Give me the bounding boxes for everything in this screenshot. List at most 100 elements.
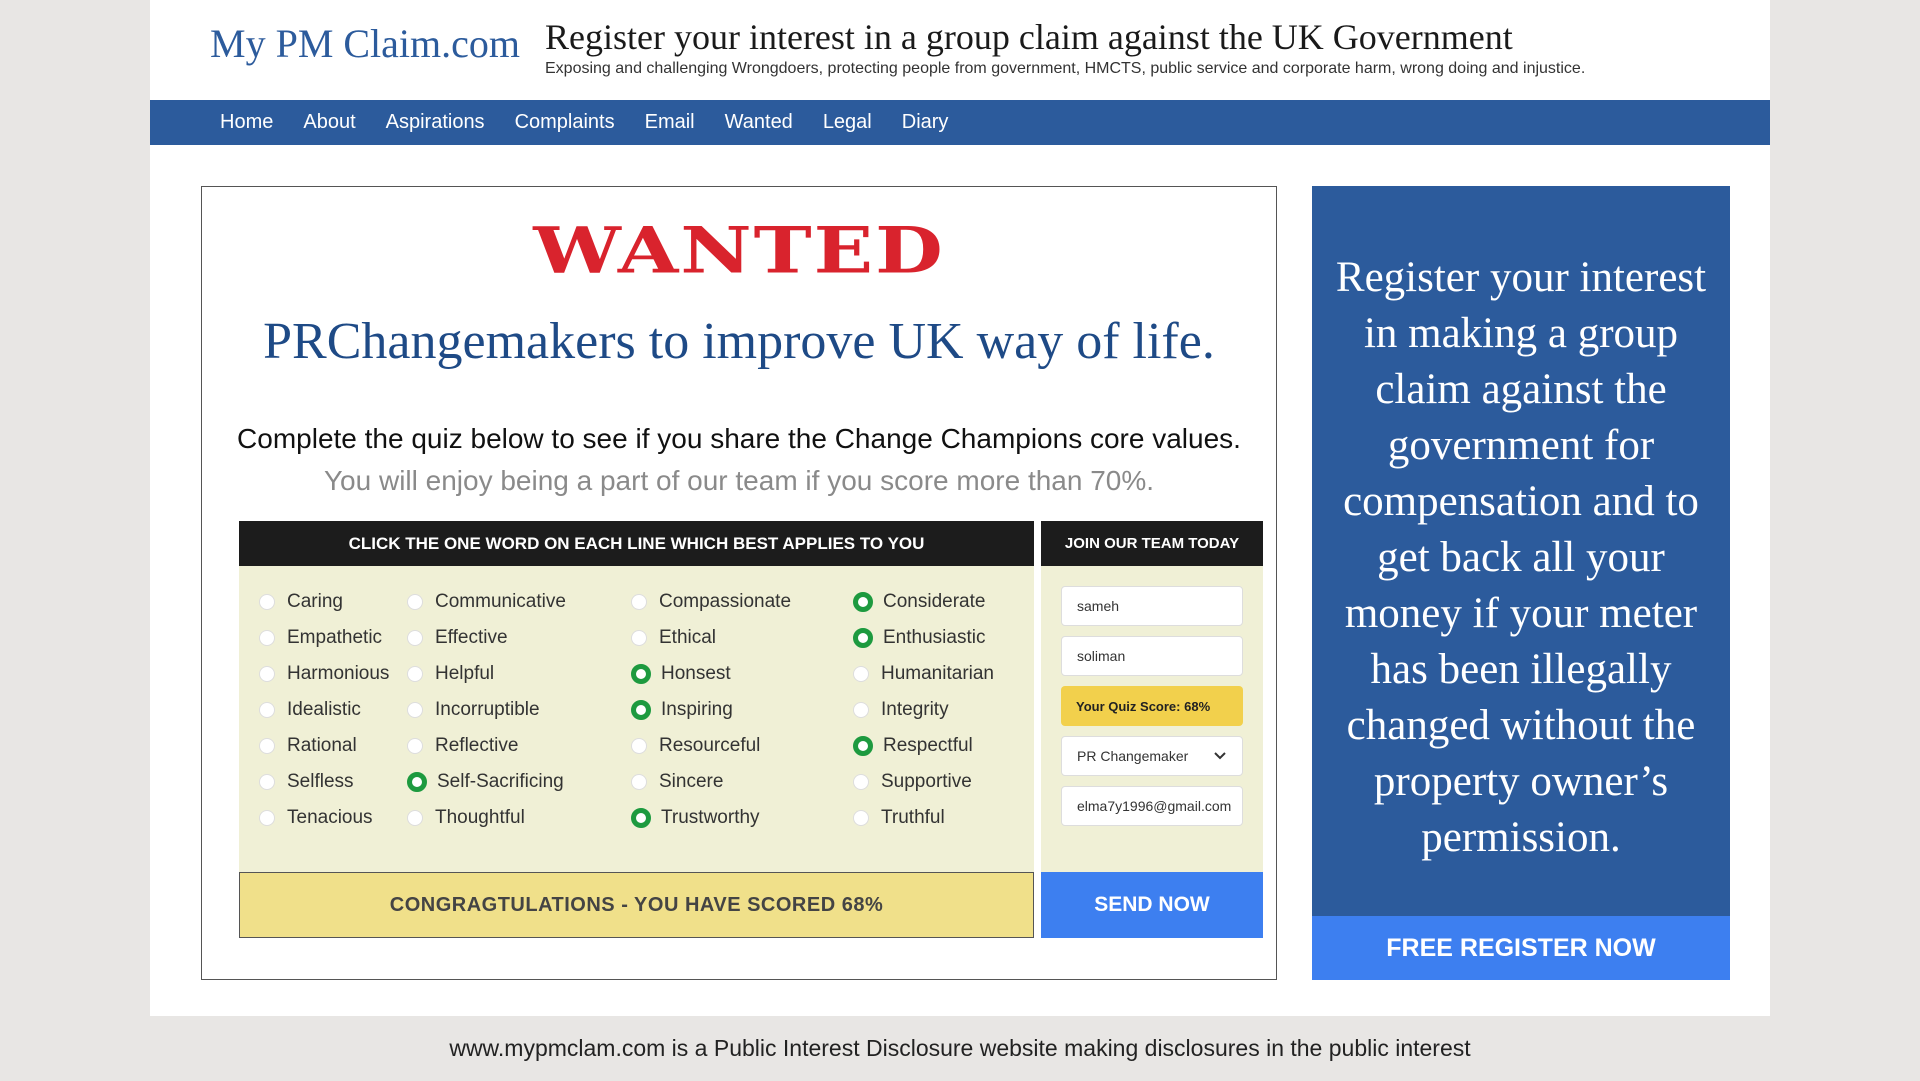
first-name-field[interactable]: sameh — [1061, 586, 1243, 626]
radio-selected-icon[interactable] — [853, 592, 873, 612]
quiz-option-label: Supportive — [881, 771, 972, 792]
wanted-title: WANTED — [533, 213, 945, 288]
free-register-button[interactable]: FREE REGISTER NOW — [1312, 916, 1730, 980]
quiz-option[interactable]: Self-Sacrificing — [407, 764, 564, 800]
quiz-option-label: Respectful — [883, 735, 973, 756]
chevron-down-icon — [1213, 748, 1227, 764]
radio-empty-icon[interactable] — [853, 702, 869, 718]
radio-empty-icon[interactable] — [259, 702, 275, 718]
quiz-option[interactable]: Trustworthy — [631, 800, 760, 836]
email-field[interactable]: elma7y1996@gmail.com — [1061, 786, 1243, 826]
role-select-value: PR Changemaker — [1077, 748, 1189, 764]
radio-empty-icon[interactable] — [631, 774, 647, 790]
quiz-option-label: Integrity — [881, 699, 949, 720]
quiz-option[interactable]: Resourceful — [631, 728, 760, 764]
radio-empty-icon[interactable] — [259, 738, 275, 754]
radio-empty-icon[interactable] — [259, 630, 275, 646]
radio-empty-icon[interactable] — [259, 774, 275, 790]
radio-selected-icon[interactable] — [407, 772, 427, 792]
radio-empty-icon[interactable] — [853, 774, 869, 790]
promo-text: Register your interest in making a group… — [1335, 254, 1707, 861]
quiz-option-label: Idealistic — [287, 699, 361, 720]
radio-empty-icon[interactable] — [407, 594, 423, 610]
quiz-option[interactable]: Rational — [259, 728, 357, 764]
quiz-option[interactable]: Harmonious — [259, 656, 389, 692]
quiz-option[interactable]: Compassionate — [631, 584, 791, 620]
radio-selected-icon[interactable] — [631, 700, 651, 720]
quiz-row: Idealistic Incorruptible Inspiring Integrit… — [239, 692, 1034, 728]
quiz-option[interactable]: Inspiring — [631, 692, 733, 728]
quiz-option-label: Resourceful — [659, 735, 761, 756]
radio-empty-icon[interactable] — [631, 594, 647, 610]
quiz-option-label: Trustworthy — [661, 807, 760, 828]
radio-empty-icon[interactable] — [407, 810, 423, 826]
quiz-option[interactable]: Respectful — [853, 728, 973, 764]
quiz-option[interactable]: Selfless — [259, 764, 354, 800]
quiz-instructions-header: CLICK THE ONE WORD ON EACH LINE WHICH BE… — [239, 521, 1034, 566]
quiz-option[interactable]: Integrity — [853, 692, 949, 728]
quiz-option[interactable]: Supportive — [853, 764, 972, 800]
radio-empty-icon[interactable] — [407, 666, 423, 682]
quiz-option-label: Compassionate — [659, 591, 792, 612]
quiz-threshold-note: You will enjoy being a part of our team … — [323, 465, 1155, 496]
quiz-option[interactable]: Ethical — [631, 620, 716, 656]
radio-empty-icon[interactable] — [407, 738, 423, 754]
quiz-row: Rational Reflective Resourceful Respectful — [239, 728, 1034, 764]
quiz-option-label: Self-Sacrificing — [437, 771, 564, 792]
footer-text: www.mypmclam.com is a Public Interest Di… — [449, 1035, 1471, 1061]
radio-selected-icon[interactable] — [631, 808, 651, 828]
radio-empty-icon[interactable] — [631, 630, 647, 646]
radio-empty-icon[interactable] — [259, 810, 275, 826]
quiz-option[interactable]: Thoughtful — [407, 800, 525, 836]
quiz-option-label: Caring — [287, 591, 343, 612]
radio-empty-icon[interactable] — [631, 738, 647, 754]
quiz-option[interactable]: Reflective — [407, 728, 518, 764]
quiz-option-label: Rational — [287, 735, 357, 756]
quiz-option[interactable]: Humanitarian — [853, 656, 994, 692]
send-now-button[interactable]: SEND NOW — [1041, 872, 1263, 938]
quiz-option[interactable]: Tenacious — [259, 800, 373, 836]
quiz-option[interactable]: Considerate — [853, 584, 985, 620]
quiz-option[interactable]: Helpful — [407, 656, 494, 692]
quiz-row: Caring Communicative Compassionate Consider… — [239, 584, 1034, 620]
quiz-option-label: Effective — [435, 627, 508, 648]
radio-empty-icon[interactable] — [259, 594, 275, 610]
radio-empty-icon[interactable] — [407, 702, 423, 718]
radio-empty-icon[interactable] — [853, 666, 869, 682]
quiz-option[interactable]: Honsest — [631, 656, 731, 692]
radio-selected-icon[interactable] — [853, 736, 873, 756]
quiz-option[interactable]: Enthusiastic — [853, 620, 985, 656]
radio-empty-icon[interactable] — [407, 630, 423, 646]
quiz-row: Selfless Self-Sacrificing Sincere Supportiv… — [239, 764, 1034, 800]
score-banner: CONGRAGTULATIONS - YOU HAVE SCORED 68% — [239, 872, 1034, 938]
radio-selected-icon[interactable] — [853, 628, 873, 648]
quiz-option[interactable]: Effective — [407, 620, 508, 656]
radio-empty-icon[interactable] — [853, 810, 869, 826]
quiz-option[interactable]: Caring — [259, 584, 343, 620]
role-select[interactable]: PR Changemaker — [1061, 736, 1243, 776]
last-name-field[interactable]: soliman — [1061, 636, 1243, 676]
quiz-row: Tenacious Thoughtful Trustworthy Truthful — [239, 800, 1034, 836]
quiz-option-label: Humanitarian — [881, 663, 994, 684]
join-team-header: JOIN OUR TEAM TODAY — [1041, 521, 1263, 566]
quiz-option-label: Helpful — [435, 663, 495, 684]
radio-empty-icon[interactable] — [259, 666, 275, 682]
quiz-option[interactable]: Idealistic — [259, 692, 361, 728]
radio-selected-icon[interactable] — [631, 664, 651, 684]
quiz-option[interactable]: Truthful — [853, 800, 945, 836]
quiz-option-label: Considerate — [883, 591, 986, 612]
quiz-option-label: Tenacious — [287, 807, 373, 828]
quiz-row: Harmonious Helpful Honsest Humanitarian — [239, 656, 1034, 692]
quiz-option-label: Inspiring — [661, 699, 733, 720]
quiz-content: WANTED PRChangemakers to improve UK way … — [201, 0, 1277, 1016]
promo-panel: Register your interest in making a group… — [1312, 186, 1730, 916]
quiz-option[interactable]: Communicative — [407, 584, 566, 620]
quiz-option-label: Truthful — [881, 807, 945, 828]
quiz-option-label: Harmonious — [287, 663, 390, 684]
quiz-option[interactable]: Sincere — [631, 764, 723, 800]
quiz-option-label: Enthusiastic — [883, 627, 986, 648]
quiz-option[interactable]: Incorruptible — [407, 692, 540, 728]
quiz-option-label: Thoughtful — [435, 807, 525, 828]
join-team-form: sameh soliman Your Quiz Score: 68% PR Ch… — [1041, 566, 1263, 872]
quiz-option[interactable]: Empathetic — [259, 620, 382, 656]
